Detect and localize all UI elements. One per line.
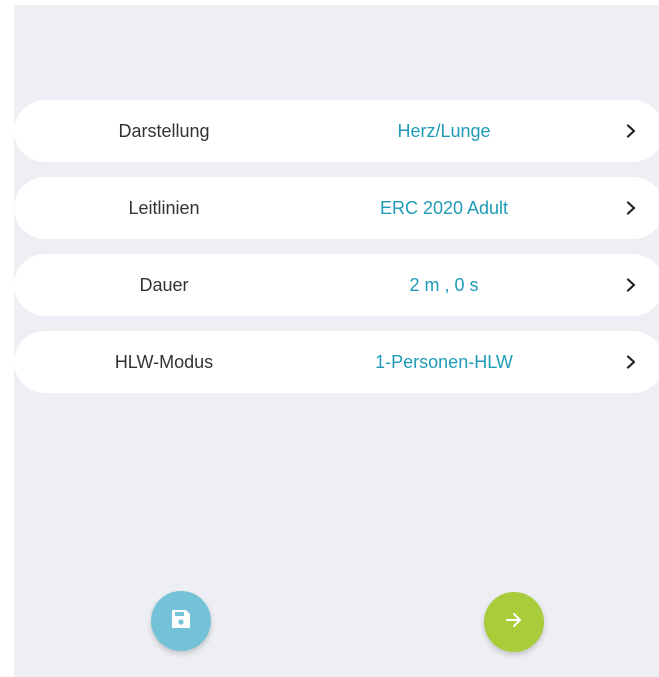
save-button[interactable] [151, 591, 211, 651]
arrow-right-icon [504, 610, 524, 635]
settings-list: Darstellung Herz/Lunge Leitlinien ERC 20… [14, 100, 659, 408]
setting-row-leitlinien[interactable]: Leitlinien ERC 2020 Adult [14, 177, 659, 239]
save-icon [170, 608, 192, 635]
chevron-right-icon [624, 124, 638, 138]
setting-label: Leitlinien [128, 197, 200, 218]
setting-value: 2 m , 0 s [409, 274, 479, 295]
setting-value: 1-Personen-HLW [375, 351, 513, 372]
setting-label: HLW-Modus [114, 351, 214, 372]
setting-value: ERC 2020 Adult [379, 197, 509, 218]
setting-label: Dauer [139, 274, 189, 295]
setting-row-darstellung[interactable]: Darstellung Herz/Lunge [14, 100, 659, 162]
setting-label: Darstellung [118, 120, 210, 141]
setting-row-hlw-modus[interactable]: HLW-Modus 1-Personen-HLW [14, 331, 659, 393]
setting-value: Herz/Lunge [397, 120, 491, 141]
chevron-right-icon [624, 355, 638, 369]
next-button[interactable] [484, 592, 544, 652]
setting-row-dauer[interactable]: Dauer 2 m , 0 s [14, 254, 659, 316]
chevron-right-icon [624, 278, 638, 292]
chevron-right-icon [624, 201, 638, 215]
